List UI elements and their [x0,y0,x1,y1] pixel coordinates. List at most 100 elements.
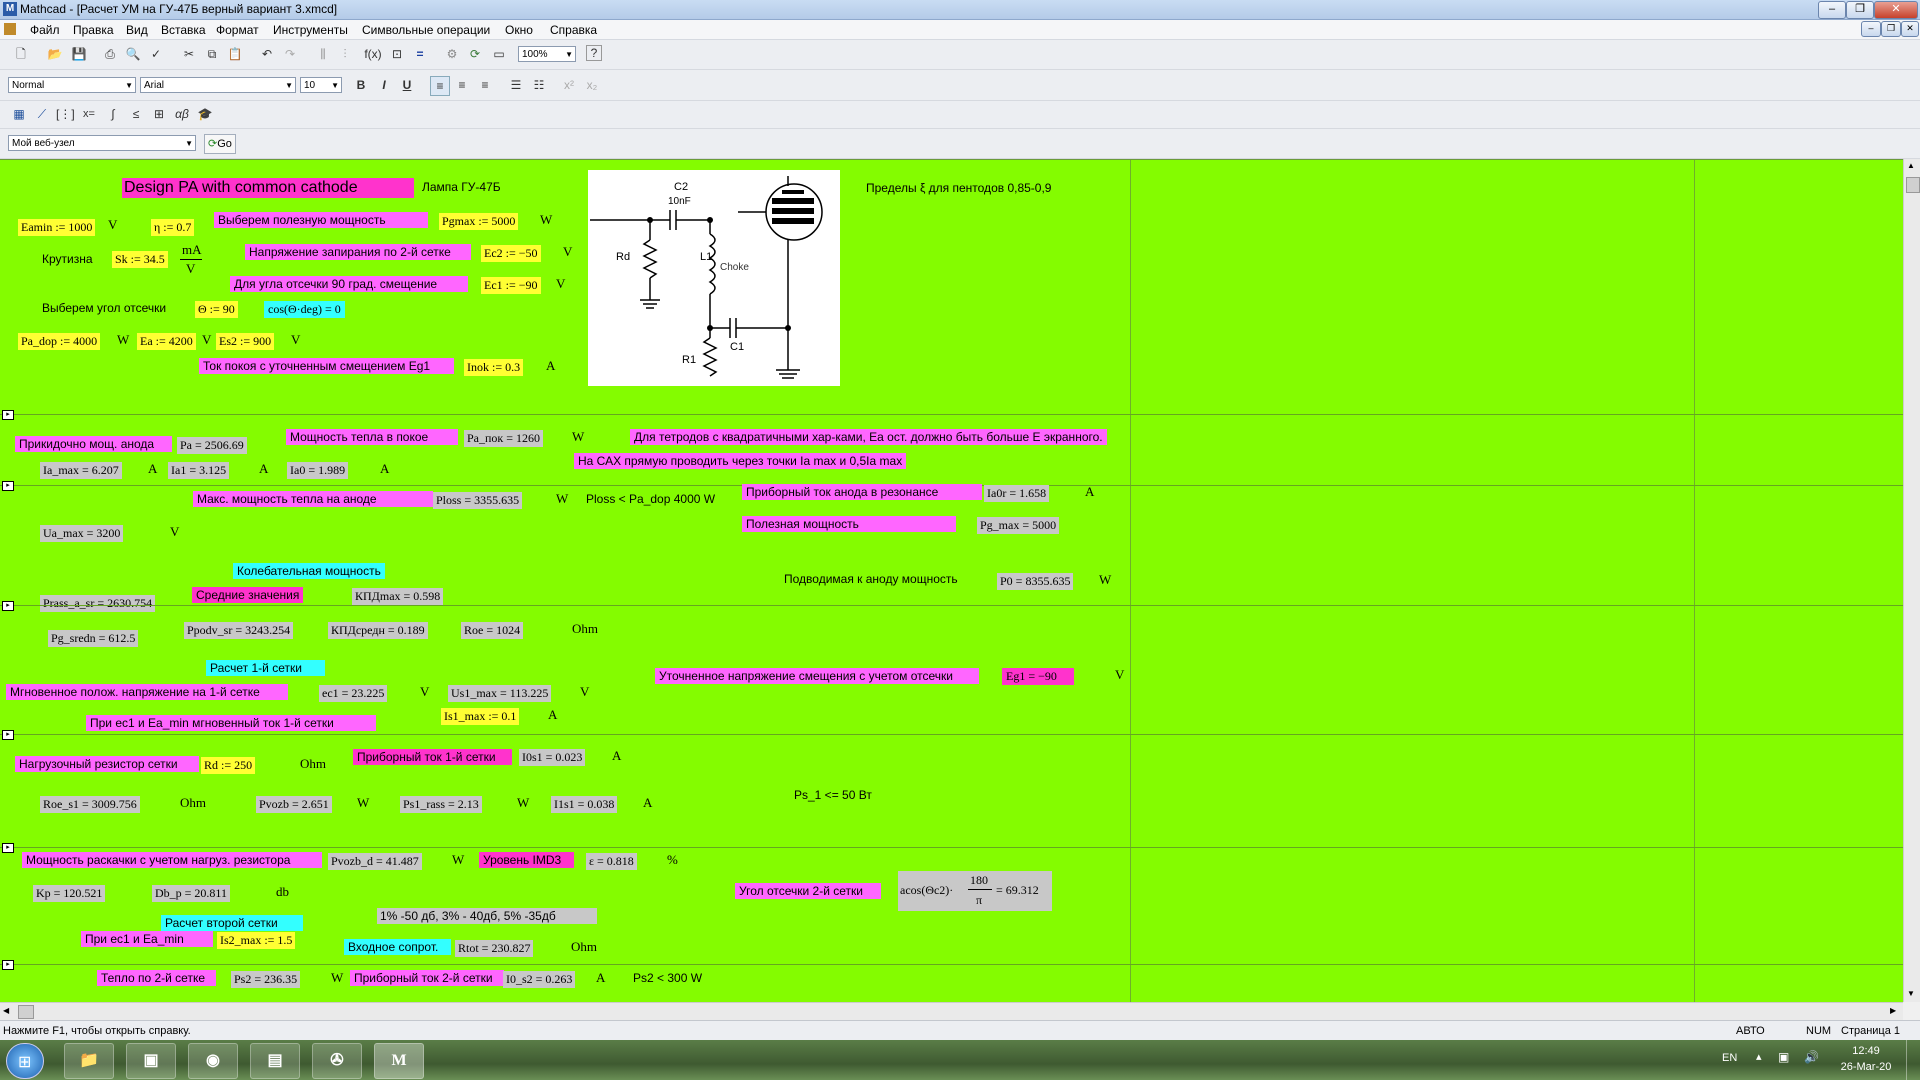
ea-def[interactable]: Ea := 4200 [137,333,196,350]
menu-edit[interactable]: Правка [73,23,114,37]
p0-eval[interactable]: P0 = 8355.635 [997,573,1074,590]
eps-eval[interactable]: ε = 0.818 [586,853,637,870]
i0s1-eval[interactable]: I0s1 = 0.023 [519,749,586,766]
kp-eval[interactable]: Kp = 120.521 [33,885,106,902]
font-size-select[interactable]: 10 ▼ [300,77,342,93]
menu-help[interactable]: Справка [550,23,597,37]
maximize-button[interactable]: ❐ [1846,1,1874,19]
archive-taskbar-icon[interactable]: ▤ [250,1043,300,1079]
horizontal-scrollbar[interactable]: ◀ ▶ [0,1002,1903,1020]
scroll-right-icon[interactable]: ▶ [1890,1006,1896,1015]
scroll-left-icon[interactable]: ◀ [3,1006,9,1015]
mathcad-taskbar-icon[interactable]: M [374,1043,424,1079]
vertical-scrollbar[interactable]: ▲ ▼ [1903,159,1920,1002]
programming-toolbar-icon[interactable]: ⊞ [150,105,168,123]
calculate-icon[interactable]: = [411,45,429,63]
language-indicator[interactable]: EN [1722,1052,1737,1064]
redo-icon[interactable]: ↷ [281,45,299,63]
paste-icon[interactable]: 📋 [226,45,244,63]
ps2-eval[interactable]: Ps2 = 236.35 [231,971,301,988]
region-toggle-icon[interactable]: ▸ [2,481,14,491]
roe-eval[interactable]: Roe = 1024 [461,622,524,639]
undo-icon[interactable]: ↶ [258,45,276,63]
prass-eval[interactable]: Prass_a_sr = 2630.754 [40,595,156,612]
scroll-down-icon[interactable]: ▼ [1907,989,1915,998]
boolean-toolbar-icon[interactable]: ≤ [127,105,145,123]
region-toggle-icon[interactable]: ▸ [2,843,14,853]
subscript-icon[interactable]: x₂ [583,76,601,94]
is2-def[interactable]: Is2_max := 1.5 [217,932,296,949]
ploss-eval[interactable]: Ploss = 3355.635 [433,492,523,509]
menu-insert[interactable]: Вставка [161,23,206,37]
align-left-icon[interactable]: ≡ [430,76,450,96]
superscript-icon[interactable]: x² [560,76,578,94]
doc-close-button[interactable]: ✕ [1901,21,1919,37]
horizontal-scroll-thumb[interactable] [18,1005,34,1019]
document-icon[interactable] [4,23,16,35]
i1s1-eval[interactable]: I1s1 = 0.038 [551,796,618,813]
minimize-button[interactable]: – [1818,1,1846,19]
pgmax-def[interactable]: Pgmax := 5000 [439,213,519,230]
spellcheck-icon[interactable]: ✓ [147,45,165,63]
insert-component-icon[interactable]: ⚙ [443,45,461,63]
eg1-eval[interactable]: Eg1 = −90 [1002,668,1074,685]
greek-toolbar-icon[interactable]: αβ [173,105,191,123]
show-desktop-button[interactable] [1906,1040,1920,1080]
copy-icon[interactable]: ⧉ [203,45,221,63]
print-preview-icon[interactable]: 🔍 [124,45,142,63]
sk-def[interactable]: Sk := 34.5 [112,251,168,268]
matrix-toolbar-icon[interactable]: [⋮] [56,105,75,123]
network-icon[interactable]: ▣ [1778,1050,1789,1064]
open-icon[interactable]: 📂 [46,45,64,63]
calculator-toolbar-icon[interactable]: ▦ [10,105,28,123]
ec2-def[interactable]: Ec2 := −50 [481,245,541,262]
evaluation-toolbar-icon[interactable]: x= [80,105,98,123]
pgsredn-eval[interactable]: Pg_sredn = 612.5 [48,630,139,647]
pa-eval[interactable]: Pa = 2506.69 [177,437,247,454]
eamin-def[interactable]: Eamin := 1000 [18,219,96,236]
scroll-up-icon[interactable]: ▲ [1907,161,1915,170]
resources-icon[interactable]: ⟳ [466,45,484,63]
explorer-taskbar-icon[interactable]: 📁 [64,1043,114,1079]
app-taskbar-icon[interactable]: ✇ [312,1043,362,1079]
region-toggle-icon[interactable]: ▸ [2,960,14,970]
bold-icon[interactable]: B [352,76,370,94]
inok-def[interactable]: Inok := 0.3 [464,359,524,376]
cut-icon[interactable]: ✂ [180,45,198,63]
font-select[interactable]: Arial ▼ [140,77,296,93]
chrome-taskbar-icon[interactable]: ◉ [188,1043,238,1079]
align-across-icon[interactable]: ⫼ [314,45,332,63]
window-icon[interactable]: ▭ [490,45,508,63]
doc-restore-button[interactable]: ❐ [1881,21,1901,37]
pvozb-eval[interactable]: Pvozb = 2.651 [256,796,332,813]
save-icon[interactable]: 💾 [70,45,88,63]
theta-def[interactable]: Θ := 90 [195,301,238,318]
graph-toolbar-icon[interactable]: ⟋ [33,105,51,123]
ia1-eval[interactable]: Ia1 = 3.125 [168,462,230,479]
volume-icon[interactable]: 🔊 [1804,1050,1819,1064]
web-address-select[interactable]: Мой веб-узел ▼ [8,135,196,151]
menu-tools[interactable]: Инструменты [273,23,348,37]
is1-def[interactable]: Is1_max := 0.1 [441,708,520,725]
italic-icon[interactable]: I [375,76,393,94]
new-icon[interactable]: 🗋 [12,45,30,63]
control-panel-taskbar-icon[interactable]: ▣ [126,1043,176,1079]
region-toggle-icon[interactable]: ▸ [2,601,14,611]
ia0r-eval[interactable]: Ia0r = 1.658 [984,485,1050,502]
help-icon[interactable]: ? [586,45,602,61]
pgmax2-eval[interactable]: Pg_max = 5000 [977,517,1060,534]
region-toggle-icon[interactable]: ▸ [2,410,14,420]
menu-view[interactable]: Вид [126,23,148,37]
i0s2-eval[interactable]: I0_s2 = 0.263 [503,971,576,988]
menu-format[interactable]: Формат [216,23,259,37]
menu-window[interactable]: Окно [505,23,533,37]
iamax-eval[interactable]: Ia_max = 6.207 [40,462,122,479]
roes1-eval[interactable]: Roe_s1 = 3009.756 [40,796,140,813]
menu-symbolics[interactable]: Символьные операции [362,23,490,37]
ec1-eval[interactable]: ec1 = 23.225 [319,685,388,702]
clock-time[interactable]: 12:49 [1836,1045,1896,1057]
kpdmax-eval[interactable]: КПДmax = 0.598 [352,588,444,605]
insert-unit-icon[interactable]: ⊡ [388,45,406,63]
ia0-eval[interactable]: Ia0 = 1.989 [287,462,349,479]
region-toggle-icon[interactable]: ▸ [2,730,14,740]
